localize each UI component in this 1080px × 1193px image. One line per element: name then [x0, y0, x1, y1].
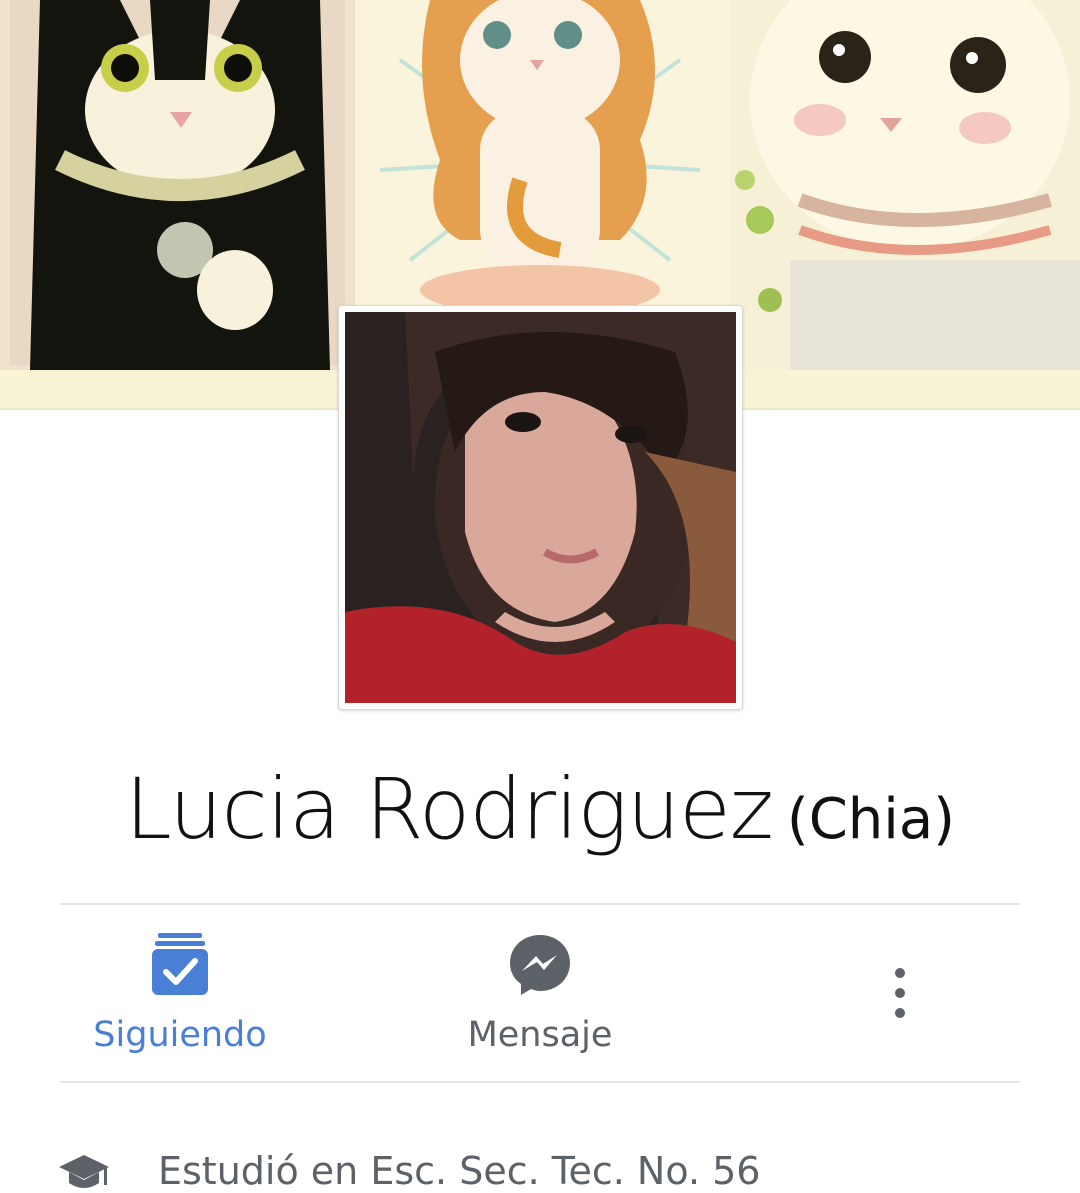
profile-alternate-name: (Chia): [786, 787, 956, 852]
profile-actions: Siguiendo Mensaje: [0, 905, 1080, 1081]
message-label: Mensaje: [467, 1015, 613, 1055]
graduation-cap-icon: [58, 1153, 110, 1193]
profile-name: Lucia Rodriguez (Chia): [0, 760, 1080, 870]
education-info-row[interactable]: Estudió en Esc. Sec. Tec. No. 56: [58, 1145, 1058, 1193]
profile-photo: [345, 312, 736, 703]
more-options-button[interactable]: [860, 905, 940, 1081]
message-button[interactable]: Mensaje: [440, 905, 640, 1081]
following-check-icon: [152, 933, 208, 1002]
divider: [60, 1081, 1020, 1083]
following-button[interactable]: Siguiendo: [80, 905, 280, 1081]
messenger-icon: [509, 933, 571, 1002]
profile-page: Lucia Rodriguez (Chia) Siguiendo Mensaje…: [0, 0, 1080, 1193]
more-vertical-icon: [893, 967, 907, 1024]
avatar[interactable]: [338, 305, 743, 710]
following-label: Siguiendo: [93, 1015, 267, 1055]
profile-display-name: Lucia Rodriguez: [124, 760, 774, 858]
education-text: Estudió en Esc. Sec. Tec. No. 56: [158, 1149, 761, 1193]
